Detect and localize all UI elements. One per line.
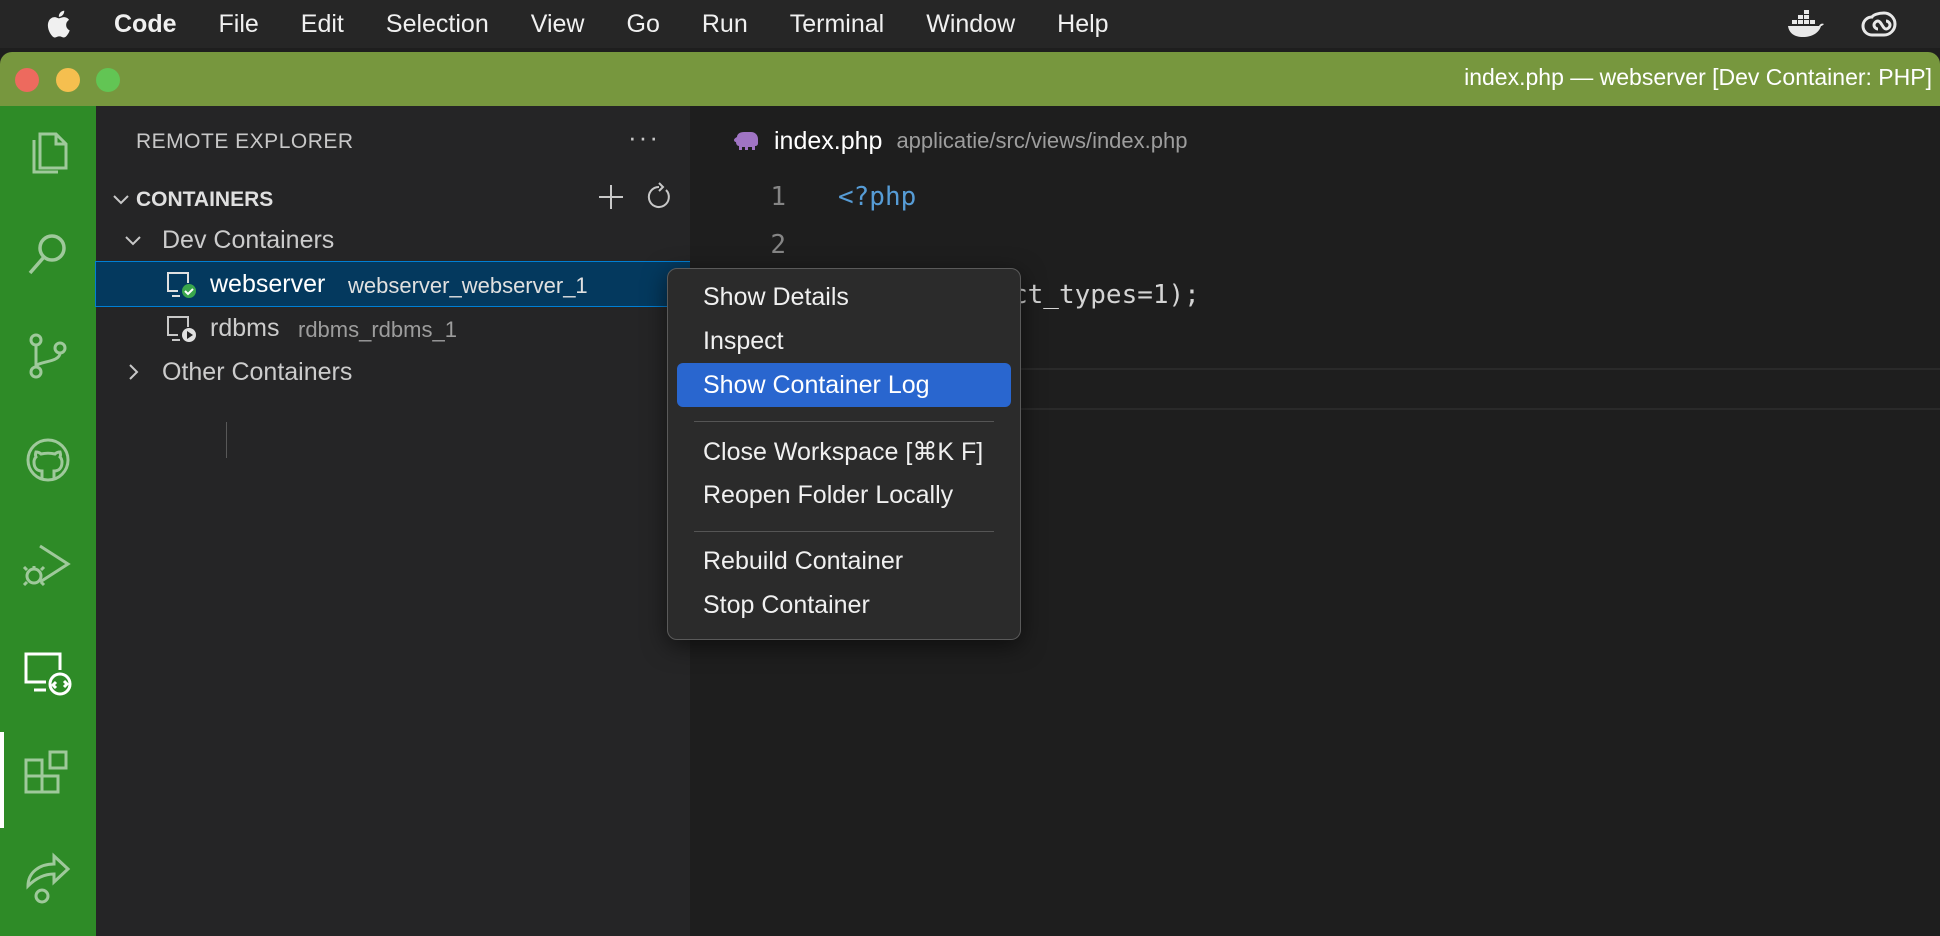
macos-menu-bar: Code File Edit Selection View Go Run Ter… (0, 0, 1940, 48)
add-container-icon[interactable] (596, 182, 626, 212)
more-actions-icon[interactable]: ··· (628, 122, 660, 153)
menu-item-label: Stop Container (703, 591, 870, 619)
menu-item-rebuild-container[interactable]: Rebuild Container (677, 539, 1011, 583)
tree-item-rdbms[interactable]: rdbms rdbms_rdbms_1 (96, 306, 690, 350)
live-share-icon[interactable] (20, 852, 76, 908)
menu-run[interactable]: Run (702, 10, 748, 39)
container-context-menu: Show Details Inspect Show Container Log … (667, 268, 1021, 640)
window-title: index.php — webserver [Dev Container: PH… (1464, 64, 1932, 90)
menu-edit[interactable]: Edit (301, 10, 344, 39)
files-icon[interactable] (20, 122, 76, 178)
menu-item-inspect[interactable]: Inspect (677, 319, 1011, 363)
apple-logo-icon[interactable] (44, 9, 72, 39)
menu-separator (694, 531, 994, 532)
line-number: 1 (770, 182, 786, 212)
window-title-bar: index.php — webserver [Dev Container: PH… (0, 52, 1940, 106)
menu-window[interactable]: Window (926, 10, 1015, 39)
code-line[interactable]: ct_types=1); (1012, 280, 1200, 310)
container-name: webserver (210, 270, 326, 298)
menu-item-show-details[interactable]: Show Details (677, 275, 1011, 319)
creative-cloud-icon[interactable] (1860, 8, 1900, 42)
line-number: 2 (770, 230, 786, 260)
menu-terminal[interactable]: Terminal (790, 10, 884, 39)
containers-section-label: CONTAINERS (136, 188, 274, 211)
menu-item-stop-container[interactable]: Stop Container (677, 583, 1011, 627)
container-stopped-icon (167, 316, 196, 342)
menu-item-reopen-folder-locally[interactable]: Reopen Folder Locally (677, 473, 1011, 517)
active-indicator (0, 732, 4, 828)
menu-separator (694, 421, 994, 422)
php-elephant-icon (734, 132, 758, 150)
menu-app-code[interactable]: Code (114, 10, 177, 39)
menu-item-close-workspace[interactable]: Close Workspace [⌘K F] (677, 429, 1011, 473)
minimize-window-button[interactable] (56, 68, 80, 92)
containers-section-header[interactable]: CONTAINERS (96, 180, 690, 220)
zoom-window-button[interactable] (96, 68, 120, 92)
container-description: webserver_webserver_1 (348, 273, 588, 298)
refresh-icon[interactable] (644, 182, 674, 212)
source-control-icon[interactable] (20, 328, 76, 384)
chevron-down-icon[interactable] (110, 188, 132, 210)
extensions-icon[interactable] (20, 748, 76, 804)
remote-explorer-sidebar: REMOTE EXPLORER ··· CONTAINERS Dev Conta… (95, 106, 691, 936)
tree-group-other-containers[interactable]: Other Containers (96, 350, 690, 394)
activity-bar (0, 106, 96, 936)
menu-selection[interactable]: Selection (386, 10, 489, 39)
tree-indent-guide (226, 422, 227, 458)
breadcrumb-path[interactable]: applicatie/src/views/index.php (896, 128, 1187, 154)
menu-help[interactable]: Help (1057, 10, 1108, 39)
run-debug-icon[interactable] (20, 536, 76, 592)
docker-icon[interactable] (1786, 8, 1826, 40)
code-line[interactable]: <?php (838, 182, 916, 212)
sidebar-title: REMOTE EXPLORER (136, 130, 354, 153)
container-running-icon (167, 272, 196, 298)
menu-view[interactable]: View (531, 10, 585, 39)
container-description: rdbms_rdbms_1 (298, 317, 457, 342)
menu-item-label: Close Workspace [⌘K F] (703, 438, 984, 466)
breadcrumb-file[interactable]: index.php (774, 127, 882, 156)
search-icon[interactable] (20, 226, 76, 282)
tree-group-label: Dev Containers (162, 226, 335, 254)
menu-item-label: Show Details (703, 283, 849, 311)
breadcrumb: index.php applicatie/src/views/index.php (734, 124, 1187, 158)
close-window-button[interactable] (15, 68, 39, 92)
tree-group-dev-containers[interactable]: Dev Containers (96, 218, 690, 262)
chevron-right-icon[interactable] (122, 361, 144, 383)
menu-item-label: Inspect (703, 327, 784, 355)
menu-item-label: Reopen Folder Locally (703, 481, 954, 509)
menu-go[interactable]: Go (627, 10, 660, 39)
menu-item-label: Show Container Log (703, 371, 930, 399)
chevron-down-icon[interactable] (122, 229, 144, 251)
container-name: rdbms (210, 314, 280, 342)
remote-explorer-icon[interactable] (20, 646, 76, 702)
menu-item-show-container-log[interactable]: Show Container Log (677, 363, 1011, 407)
menu-file[interactable]: File (219, 10, 259, 39)
github-icon[interactable] (20, 432, 76, 488)
tree-item-webserver[interactable]: webserver webserver_webserver_1 (95, 261, 691, 307)
tree-group-label: Other Containers (162, 358, 353, 386)
menu-item-label: Rebuild Container (703, 547, 904, 575)
